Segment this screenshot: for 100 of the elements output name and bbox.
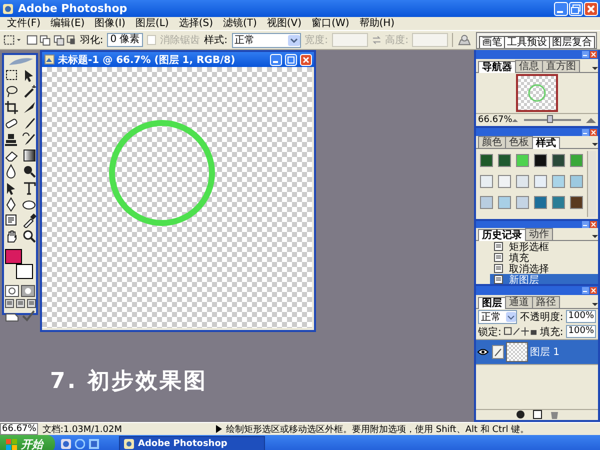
minimize-icon[interactable] (582, 128, 589, 136)
brush-icon[interactable] (22, 132, 36, 147)
style-swatch[interactable] (516, 175, 529, 188)
trash-icon[interactable] (550, 410, 558, 419)
panel-tab[interactable]: 颜色 (478, 136, 506, 148)
panel-tab[interactable]: 样式 (532, 137, 560, 150)
close-icon[interactable] (590, 221, 597, 228)
taskbar-button[interactable]: Adobe Photoshop (119, 436, 265, 450)
stamp-icon[interactable] (4, 132, 18, 147)
minimize-icon[interactable] (582, 287, 589, 294)
menu-icon[interactable] (592, 302, 598, 308)
marquee-icon[interactable] (4, 68, 18, 83)
style-swatch[interactable] (498, 196, 511, 210)
eyedropper-icon[interactable] (22, 213, 36, 228)
note-icon[interactable] (4, 213, 18, 228)
style-swatch[interactable] (498, 175, 511, 188)
background-swatch[interactable] (16, 264, 33, 279)
panel-tab[interactable]: 历史记录 (478, 229, 526, 241)
layer-row[interactable]: 图层 1 (476, 339, 598, 365)
panel-tab[interactable]: 图层 (478, 297, 506, 309)
media-icon[interactable] (89, 439, 99, 449)
style-swatch[interactable] (552, 154, 565, 168)
menu-item[interactable]: 图层(L) (130, 17, 174, 30)
restore-icon[interactable] (569, 2, 583, 16)
menu-item[interactable]: 图像(I) (90, 17, 130, 30)
feather-field[interactable]: 0 像素 (107, 33, 143, 47)
zoom-in-icon[interactable] (586, 116, 596, 124)
drop-icon[interactable] (4, 164, 18, 179)
panel-tab[interactable]: 色板 (505, 136, 533, 148)
panel-tab[interactable]: 路径 (532, 296, 560, 308)
close-icon[interactable] (590, 287, 597, 294)
panel-tab[interactable]: 信息 (515, 60, 543, 72)
palette-tab[interactable]: 画笔 (479, 36, 505, 48)
history-item[interactable]: 取消选择 (490, 263, 598, 274)
style-swatch[interactable] (516, 196, 529, 210)
style-swatch[interactable] (570, 196, 583, 210)
history-item[interactable]: 新图层 (490, 274, 598, 284)
pen-icon[interactable] (4, 197, 18, 212)
mask-icon[interactable] (21, 285, 35, 297)
wand-icon[interactable] (22, 84, 36, 99)
marquee-icon[interactable] (3, 34, 22, 46)
style-swatch[interactable] (552, 175, 565, 188)
history-item[interactable]: 填充 (490, 252, 598, 263)
mask-icon[interactable] (5, 285, 19, 297)
minimize-icon[interactable] (270, 54, 282, 66)
close-icon[interactable] (590, 128, 597, 136)
close-icon[interactable] (590, 50, 597, 58)
style-dropdown[interactable]: 正常 (232, 32, 301, 48)
minimize-icon[interactable] (582, 221, 589, 228)
menu-item[interactable]: 视图(V) (262, 17, 307, 30)
scrollbar[interactable] (587, 151, 596, 217)
style-swatch[interactable] (498, 154, 511, 168)
eye-icon[interactable] (477, 348, 489, 356)
new-layer-icon[interactable] (532, 410, 542, 419)
close-icon[interactable] (300, 54, 312, 66)
menu-item[interactable]: 文件(F) (2, 17, 46, 30)
lasso-icon[interactable] (4, 84, 18, 99)
style-swatch[interactable] (570, 175, 583, 188)
desktop-icon[interactable] (61, 439, 71, 449)
style-swatch[interactable] (516, 154, 529, 168)
foreground-swatch[interactable] (5, 249, 22, 264)
close-icon[interactable] (584, 2, 598, 16)
menu-icon[interactable] (592, 234, 598, 240)
panel-tab[interactable]: 动作 (525, 228, 553, 240)
menu-item[interactable]: 滤镜(T) (218, 17, 262, 30)
menu-icon[interactable] (592, 66, 598, 72)
style-swatch[interactable] (534, 175, 547, 188)
fill-field[interactable]: 100% (566, 325, 596, 338)
style-swatch[interactable] (570, 154, 583, 168)
dodge-icon[interactable] (22, 164, 36, 179)
panel-tab[interactable]: 直方图 (542, 60, 580, 72)
slider-thumb[interactable] (546, 115, 553, 123)
width-field[interactable] (332, 33, 368, 47)
gradient-icon[interactable] (22, 148, 36, 163)
style-swatch[interactable] (480, 175, 493, 188)
text-icon[interactable] (22, 181, 36, 196)
blend-mode-dropdown[interactable]: 正常 (478, 310, 517, 324)
palette-tab[interactable]: 工具预设 (504, 36, 550, 48)
style-swatch[interactable] (480, 196, 493, 210)
menu-item[interactable]: 选择(S) (174, 17, 218, 30)
play-icon[interactable] (216, 425, 222, 433)
browser-icon[interactable] (75, 439, 85, 449)
navigator-preview[interactable] (516, 74, 558, 112)
height-field[interactable] (412, 33, 448, 47)
zoom-icon[interactable] (22, 229, 36, 244)
zoom-out-icon[interactable] (511, 117, 519, 123)
panel-tab[interactable]: 导航器 (478, 60, 516, 73)
check-icon[interactable] (21, 310, 35, 322)
style-swatch[interactable] (534, 196, 547, 210)
minimize-icon[interactable] (582, 50, 589, 58)
palette-tab[interactable]: 图层复合 (549, 36, 595, 48)
opacity-field[interactable]: 100% (566, 310, 596, 323)
menu-item[interactable]: 窗口(W) (306, 17, 354, 30)
panel-tab[interactable]: 通道 (505, 296, 533, 308)
crop-icon[interactable] (4, 100, 18, 115)
zoom-field[interactable]: 66.67% (0, 423, 38, 435)
maximize-icon[interactable] (285, 54, 297, 66)
style-swatch[interactable] (480, 154, 493, 168)
effects-icon[interactable] (516, 410, 524, 419)
menu-item[interactable]: 帮助(H) (354, 17, 400, 30)
